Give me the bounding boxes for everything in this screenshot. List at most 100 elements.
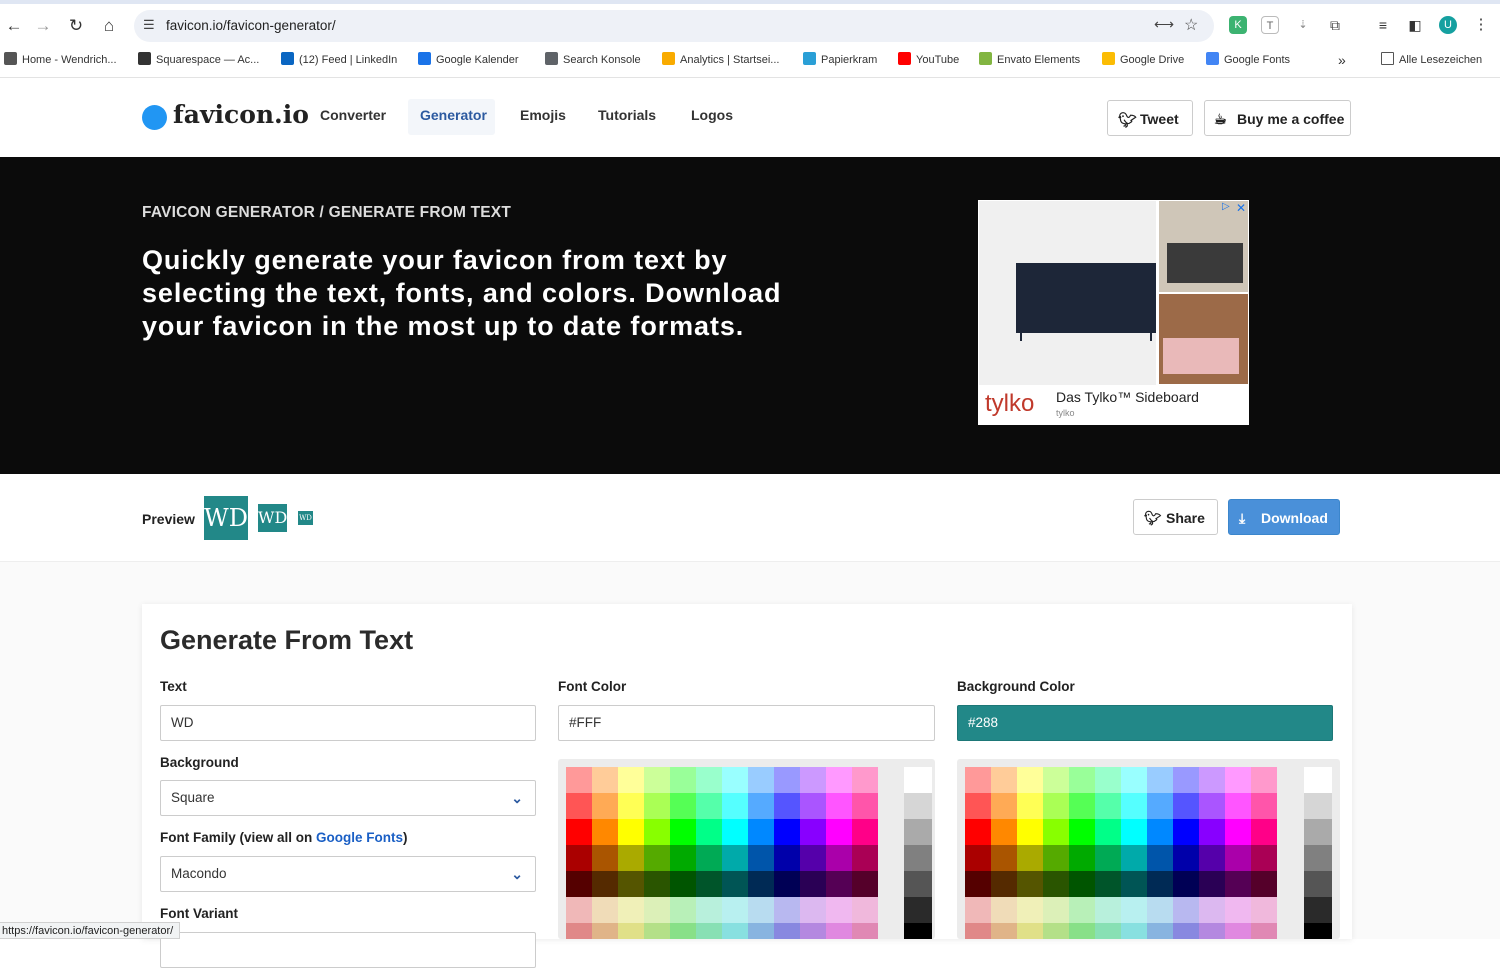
font-color-greys[interactable] [904,767,932,939]
color-swatch[interactable] [696,793,722,819]
ad-close-icon[interactable]: ✕ [1236,201,1246,215]
color-swatch[interactable] [644,871,670,897]
color-swatch[interactable] [1095,897,1121,923]
color-swatch[interactable] [826,897,852,923]
color-swatch[interactable] [1069,923,1095,939]
grey-swatch[interactable] [1304,871,1332,897]
color-swatch[interactable] [722,923,748,939]
color-swatch[interactable] [1199,793,1225,819]
extensions-puzzle-icon[interactable]: ⧉ [1326,16,1344,34]
color-swatch[interactable] [748,793,774,819]
side-panel-icon[interactable]: ◧ [1406,16,1424,34]
url-text[interactable]: favicon.io/favicon-generator/ [166,18,336,33]
ad-title[interactable]: Das Tylko™ Sideboard [1056,389,1199,405]
color-swatch[interactable] [965,897,991,923]
color-swatch[interactable] [1225,923,1251,939]
color-swatch[interactable] [1173,871,1199,897]
bg-color-input[interactable]: #288 [957,705,1333,741]
color-swatch[interactable] [1095,871,1121,897]
color-swatch[interactable] [1173,793,1199,819]
bookmark-item[interactable]: Squarespace — Ac... [138,52,259,66]
color-swatch[interactable] [566,923,592,939]
font-color-input[interactable]: #FFF [558,705,935,741]
color-swatch[interactable] [722,871,748,897]
color-swatch[interactable] [748,897,774,923]
font-color-picker[interactable] [558,759,935,939]
color-swatch[interactable] [1043,793,1069,819]
color-swatch[interactable] [991,845,1017,871]
color-swatch[interactable] [592,923,618,939]
color-swatch[interactable] [1225,897,1251,923]
color-swatch[interactable] [1251,845,1277,871]
color-swatch[interactable] [696,819,722,845]
color-swatch[interactable] [696,767,722,793]
color-swatch[interactable] [670,897,696,923]
color-swatch[interactable] [1173,767,1199,793]
color-swatch[interactable] [965,793,991,819]
site-logo[interactable]: favicon.io [173,100,309,129]
color-swatch[interactable] [1069,793,1095,819]
color-swatch[interactable] [1121,767,1147,793]
color-swatch[interactable] [644,767,670,793]
color-swatch[interactable] [1147,819,1173,845]
color-swatch[interactable] [1147,897,1173,923]
extension-t-icon[interactable]: T [1261,16,1279,34]
share-button[interactable]: 🐦︎ Share [1133,499,1218,535]
color-swatch[interactable] [748,845,774,871]
color-swatch[interactable] [965,871,991,897]
ad-room-image[interactable] [1159,294,1248,384]
color-swatch[interactable] [1095,793,1121,819]
color-swatch[interactable] [1199,897,1225,923]
color-swatch[interactable] [826,923,852,939]
color-swatch[interactable] [618,819,644,845]
color-swatch[interactable] [1225,767,1251,793]
bookmark-item[interactable]: Papierkram [803,52,877,66]
color-swatch[interactable] [1069,871,1095,897]
color-swatch[interactable] [1251,793,1277,819]
color-swatch[interactable] [1017,819,1043,845]
color-swatch[interactable] [696,897,722,923]
color-swatch[interactable] [1251,767,1277,793]
color-swatch[interactable] [1095,923,1121,939]
color-swatch[interactable] [1147,793,1173,819]
grey-swatch[interactable] [1304,845,1332,871]
color-swatch[interactable] [1199,871,1225,897]
address-bar[interactable]: ☰ favicon.io/favicon-generator/ ⟷ ☆ [134,10,1214,42]
color-swatch[interactable] [1017,897,1043,923]
color-swatch[interactable] [1173,897,1199,923]
color-swatch[interactable] [1069,845,1095,871]
google-fonts-link[interactable]: Google Fonts [316,830,403,845]
color-swatch[interactable] [1199,767,1225,793]
color-swatch[interactable] [644,793,670,819]
profile-avatar[interactable]: U [1439,16,1457,34]
color-swatch[interactable] [852,871,878,897]
color-swatch[interactable] [800,819,826,845]
color-swatch[interactable] [800,767,826,793]
grey-swatch[interactable] [904,897,932,923]
color-swatch[interactable] [1017,845,1043,871]
color-swatch[interactable] [566,897,592,923]
color-swatch[interactable] [965,923,991,939]
color-swatch[interactable] [696,923,722,939]
color-swatch[interactable] [1069,767,1095,793]
color-swatch[interactable] [826,871,852,897]
nav-generator[interactable]: Generator [420,107,487,123]
color-swatch[interactable] [1121,897,1147,923]
color-swatch[interactable] [965,845,991,871]
color-swatch[interactable] [1121,871,1147,897]
color-swatch[interactable] [991,793,1017,819]
grey-swatch[interactable] [904,819,932,845]
color-swatch[interactable] [1173,845,1199,871]
bookmark-item[interactable]: Envato Elements [979,52,1080,66]
color-swatch[interactable] [852,793,878,819]
color-swatch[interactable] [1147,923,1173,939]
color-swatch[interactable] [774,871,800,897]
color-swatch[interactable] [592,871,618,897]
color-swatch[interactable] [618,923,644,939]
reading-list-icon[interactable]: ≡ [1374,16,1392,34]
font-variant-select[interactable] [160,932,536,968]
color-swatch[interactable] [1043,819,1069,845]
color-swatch[interactable] [1121,845,1147,871]
color-swatch[interactable] [852,923,878,939]
color-swatch[interactable] [566,871,592,897]
